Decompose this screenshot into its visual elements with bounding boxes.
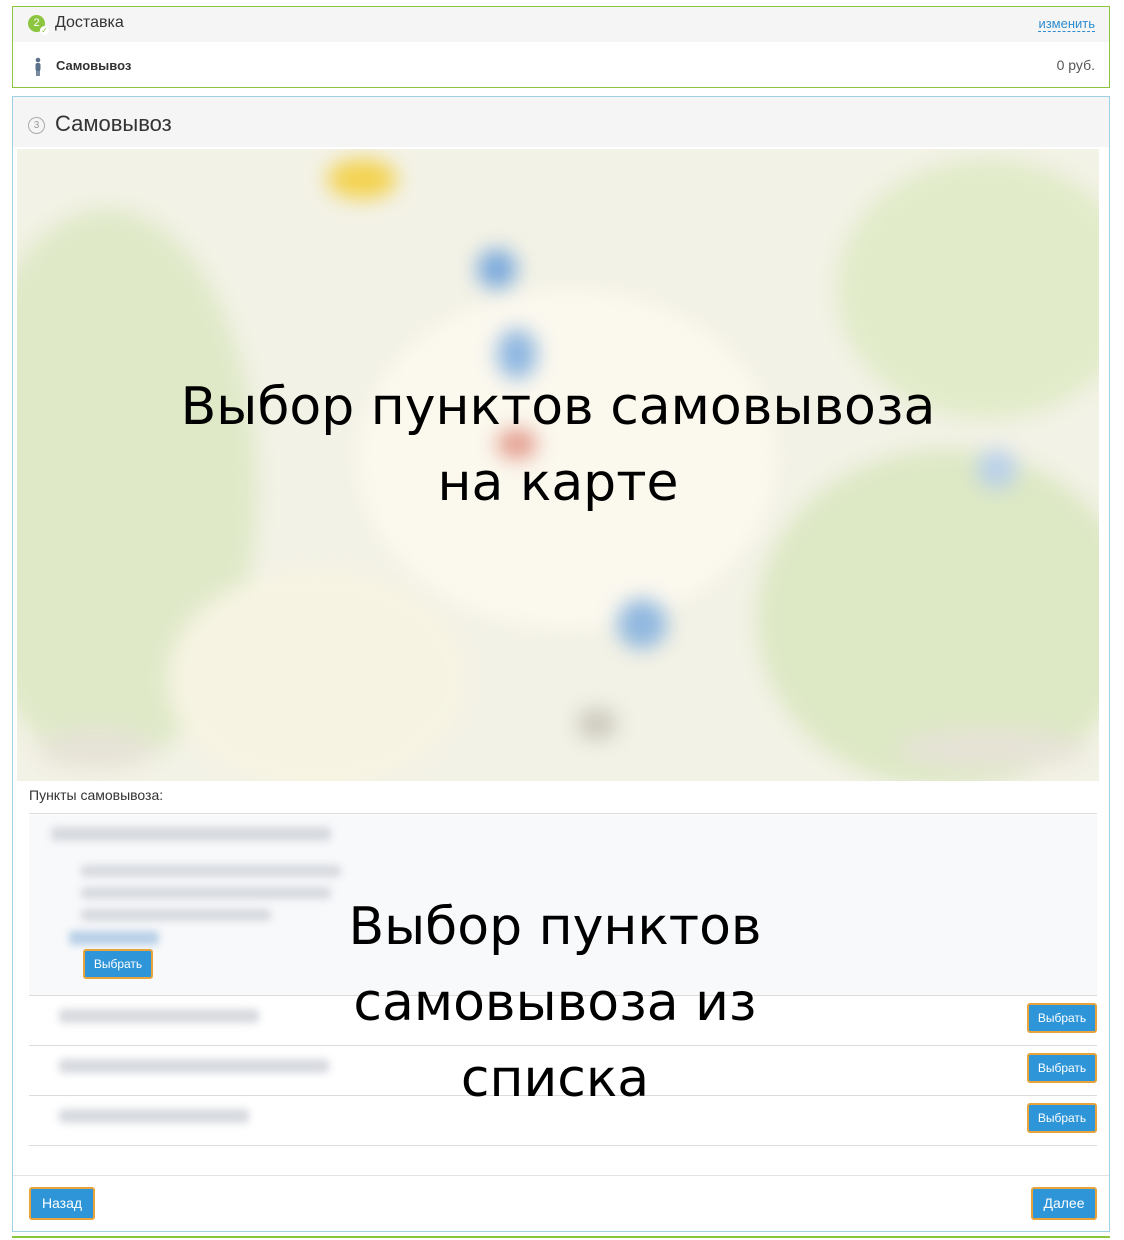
- delivery-method-name: Самовывоз: [56, 58, 132, 73]
- select-button[interactable]: Выбрать: [1027, 1103, 1097, 1133]
- list-caption: Выбор пунктов самовывоза из списка: [343, 889, 767, 1117]
- person-icon: [35, 57, 41, 76]
- map-caption-line1: Выбор пунктов самовывоза: [180, 377, 936, 437]
- step-number-icon: 3: [28, 117, 45, 134]
- delivery-section-header: 2 ✓ Доставка изменить: [13, 7, 1109, 42]
- map-caption-line2: на карте: [437, 453, 679, 513]
- map-caption: Выбор пунктов самовывоза на карте: [17, 369, 1099, 521]
- pickup-point-name: [51, 827, 331, 841]
- select-button[interactable]: Выбрать: [83, 949, 153, 979]
- next-section-edge: [12, 1236, 1110, 1238]
- delivery-title: Доставка: [55, 14, 124, 31]
- pickup-title: Самовывоз: [55, 111, 172, 136]
- delivery-section: 2 ✓ Доставка изменить Самовывоз 0 руб.: [12, 6, 1110, 88]
- select-button[interactable]: Выбрать: [1027, 1053, 1097, 1083]
- list-caption-line3: списка: [460, 1049, 650, 1109]
- pickup-point-link: [69, 931, 159, 945]
- pickup-point-hours: [81, 909, 271, 921]
- divider: [13, 1175, 1109, 1176]
- step-done-icon: 2 ✓: [28, 15, 49, 35]
- pickup-point-address: [81, 865, 341, 877]
- change-delivery-link[interactable]: изменить: [1038, 17, 1095, 32]
- pickup-map[interactable]: Выбор пунктов самовывоза на карте: [17, 149, 1099, 781]
- pickup-point-name: [59, 1059, 329, 1073]
- back-button[interactable]: Назад: [29, 1187, 95, 1220]
- next-button[interactable]: Далее: [1031, 1187, 1097, 1220]
- pickup-list-label: Пункты самовывоза:: [29, 787, 164, 803]
- check-icon: ✓: [40, 26, 49, 35]
- divider: [29, 1145, 1097, 1146]
- pickup-point-name: [59, 1109, 249, 1123]
- delivery-method-price: 0 руб.: [1056, 57, 1095, 73]
- list-caption-line2: самовывоза из: [353, 973, 757, 1033]
- list-caption-line1: Выбор пунктов: [348, 897, 762, 957]
- divider: [29, 813, 1097, 814]
- pickup-point-details: [81, 887, 331, 899]
- pickup-section-header: 3 Самовывоз: [13, 97, 1109, 147]
- pickup-section: 3 Самовывоз Выбор пунктов самовывоза на …: [12, 96, 1110, 1232]
- step-number: 2: [33, 17, 40, 29]
- pickup-point-name: [59, 1009, 259, 1023]
- select-button[interactable]: Выбрать: [1027, 1003, 1097, 1033]
